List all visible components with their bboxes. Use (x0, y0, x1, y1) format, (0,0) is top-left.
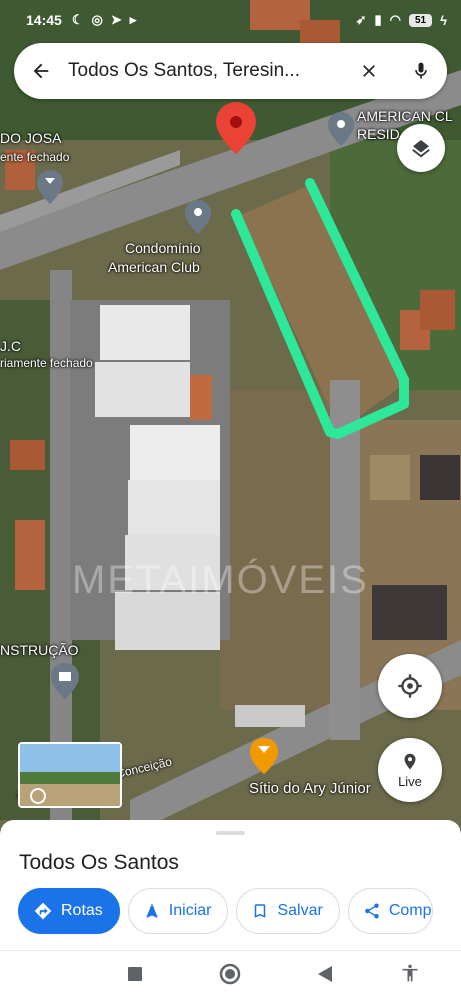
directions-label: Rotas (61, 902, 103, 919)
street-view-image (20, 744, 120, 806)
place-sheet[interactable]: Todos Os Santos Rotas Iniciar Salvar Com… (0, 820, 461, 950)
live-view-button[interactable]: Live (378, 738, 442, 802)
start-button[interactable]: Iniciar (127, 888, 229, 934)
directions-button[interactable]: Rotas (18, 888, 120, 934)
live-view-icon (404, 753, 416, 770)
share-button[interactable]: Comp (347, 888, 433, 934)
share-icon (365, 903, 379, 919)
map-label: American Club (108, 259, 200, 275)
status-time: 14:45 (26, 12, 62, 28)
map-label: Sítio do Ary Júnior (249, 780, 371, 797)
back-icon[interactable] (317, 965, 333, 988)
play-icon: ▸ (129, 12, 137, 27)
layers-icon (412, 140, 430, 158)
map-label: DO JOSA (0, 130, 62, 146)
close-icon[interactable] (343, 43, 395, 99)
charging-icon: ϟ (440, 12, 447, 28)
save-label: Salvar (277, 902, 323, 919)
directions-icon (34, 902, 52, 920)
save-button[interactable]: Salvar (236, 888, 340, 934)
street-view-thumbnail[interactable] (18, 742, 122, 808)
action-chips: Rotas Iniciar Salvar Comp (18, 888, 433, 934)
signal-icon: ▮ (374, 12, 382, 27)
telegram-icon: ➤ (110, 12, 122, 27)
home-icon[interactable] (219, 963, 241, 990)
location-icon: ➶ (355, 12, 367, 27)
map-label: NSTRUÇÃO (0, 642, 79, 658)
map-label: AMERICAN CL (357, 108, 453, 124)
start-label: Iniciar (168, 902, 212, 919)
accessibility-icon[interactable] (400, 963, 420, 988)
search-bar[interactable]: Todos Os Santos, Teresin... (14, 43, 447, 99)
my-location-button[interactable] (378, 654, 442, 718)
arrow-left-icon[interactable] (14, 43, 68, 99)
navigation-icon (146, 903, 158, 918)
live-label: Live (398, 774, 422, 789)
drag-handle[interactable] (216, 831, 245, 835)
layers-button[interactable] (397, 124, 445, 172)
search-input[interactable]: Todos Os Santos, Teresin... (68, 60, 343, 82)
bookmark-icon (255, 904, 266, 918)
status-bar: 14:45 ☾ ◎ ➤ ▸ ➶ ▮ ◠ 51 ϟ (0, 0, 461, 40)
my-location-icon (398, 674, 422, 698)
place-title: Todos Os Santos (19, 851, 179, 874)
map-label: RESID (357, 126, 400, 142)
map-label: ente fechado (0, 150, 70, 164)
recents-icon[interactable] (127, 966, 143, 987)
moon-icon: ☾ (71, 12, 84, 27)
mic-icon[interactable] (395, 43, 447, 99)
map-label: Condomínio (125, 240, 201, 256)
wifi-icon: ◠ (389, 12, 401, 27)
map-label: J.C (0, 338, 21, 354)
battery-icon: 51 (408, 13, 433, 27)
instagram-icon: ◎ (91, 12, 103, 27)
map-label: riamente fechado (0, 356, 93, 370)
watermark: METAIMÓVEIS (72, 558, 369, 602)
share-label: Comp (388, 902, 432, 919)
system-nav-bar (0, 950, 461, 1000)
